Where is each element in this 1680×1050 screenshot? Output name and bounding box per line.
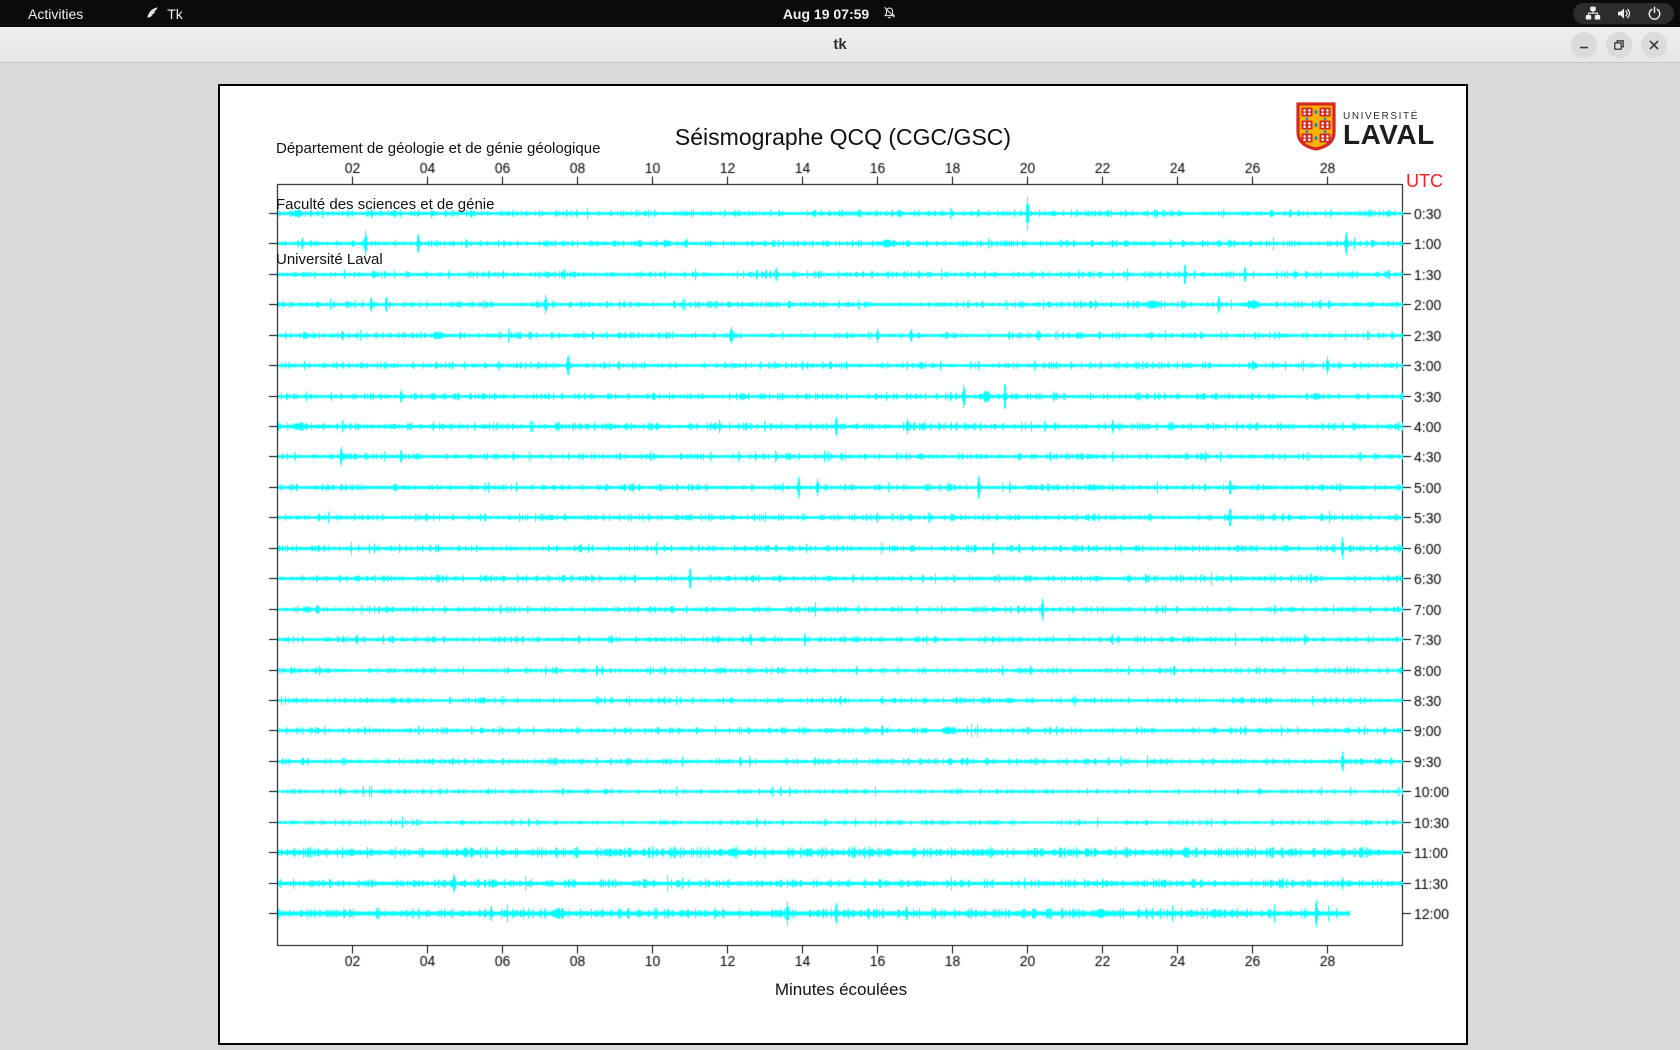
chart-title: Séismographe QCQ (CGC/GSC) <box>674 124 1012 150</box>
seismograph-frame: Département de géologie et de génie géol… <box>218 84 1468 1045</box>
minimize-button[interactable] <box>1571 31 1597 58</box>
app-indicator-label: Tk <box>167 5 183 22</box>
maximize-button[interactable] <box>1606 31 1632 58</box>
logo-laval-text: LAVAL <box>1343 118 1435 150</box>
clock[interactable]: Aug 19 07:59 <box>783 6 869 22</box>
laval-shield-icon <box>1296 102 1336 156</box>
app-indicator[interactable]: Tk <box>145 5 183 23</box>
system-status-area[interactable] <box>1573 3 1674 24</box>
activities-button[interactable]: Activities <box>28 6 83 22</box>
window-title-bar[interactable]: tk <box>0 27 1680 63</box>
close-button[interactable] <box>1641 31 1667 58</box>
universite-laval-logo: UNIVERSITÉ LAVAL <box>1296 102 1435 156</box>
desktop: { "top_bar": { "activities_label": "Acti… <box>0 0 1680 1050</box>
header-line-2: Faculté des sciences et de génie <box>276 195 495 213</box>
volume-icon <box>1616 6 1632 21</box>
utc-axis-label: UTC <box>1406 171 1443 191</box>
notifications-muted-icon <box>882 5 897 23</box>
gnome-top-bar: Activities Tk Aug 19 07:59 <box>0 0 1680 27</box>
header-line-3: Université Laval <box>276 251 383 268</box>
power-icon <box>1647 6 1662 21</box>
x-axis-title: Minutes écoulées <box>774 980 908 999</box>
window-title: tk <box>833 36 847 53</box>
tk-feather-icon <box>145 5 160 23</box>
network-wired-icon <box>1585 6 1601 21</box>
